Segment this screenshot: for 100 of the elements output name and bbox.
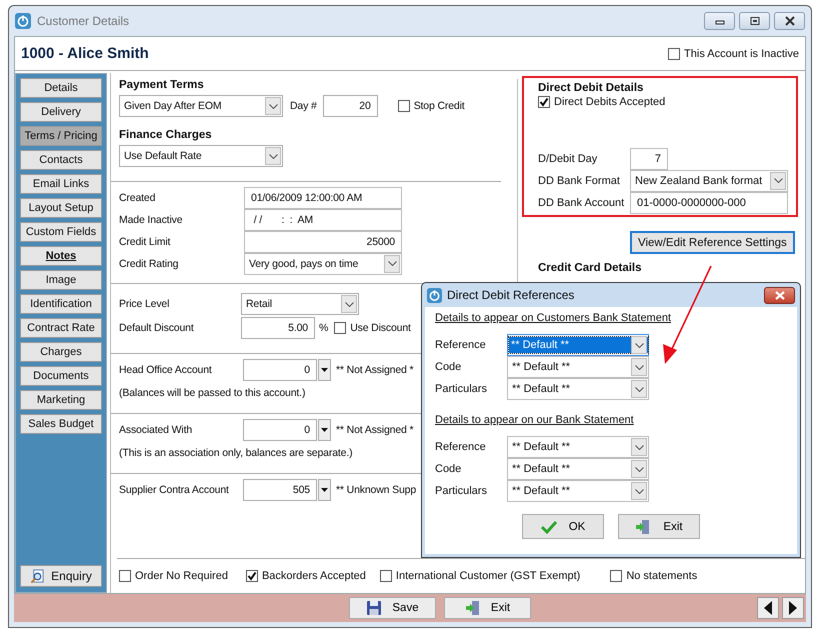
field-label: Code bbox=[435, 463, 462, 475]
sidebar-tab[interactable]: Image bbox=[20, 270, 102, 290]
field-label: Credit Limit bbox=[119, 236, 172, 248]
input-field[interactable]: 0 bbox=[243, 419, 317, 441]
field-label: DD Bank Format bbox=[538, 175, 621, 187]
field-label: Supplier Contra Account bbox=[119, 484, 230, 496]
dropdown[interactable]: ** Default ** bbox=[507, 378, 649, 400]
chevron-icon bbox=[770, 172, 786, 190]
reference-settings-button[interactable]: View/Edit Reference Settings bbox=[630, 231, 795, 254]
dropdown[interactable]: ** Default ** bbox=[507, 334, 649, 356]
sidebar-tab[interactable]: Custom Fields bbox=[20, 222, 102, 242]
section-heading: Details to appear on our Bank Statement bbox=[435, 414, 635, 428]
checkbox[interactable] bbox=[334, 322, 346, 334]
chevron-icon bbox=[341, 295, 357, 313]
next-button[interactable] bbox=[782, 597, 804, 619]
checkbox-label: Backorders Accepted bbox=[262, 570, 366, 582]
chevron-icon bbox=[631, 380, 647, 398]
checkbox[interactable] bbox=[380, 570, 392, 582]
exit-door-icon bbox=[635, 518, 652, 534]
sidebar-tab[interactable]: Details bbox=[20, 78, 102, 98]
dropdown[interactable]: ** Default ** bbox=[507, 480, 649, 502]
checkbox[interactable] bbox=[398, 100, 410, 112]
input-field[interactable]: 0 bbox=[243, 359, 317, 381]
dropdown[interactable]: Retail bbox=[241, 293, 359, 315]
field-label: Code bbox=[435, 361, 462, 373]
chevron-icon bbox=[384, 254, 400, 272]
ok-button[interactable]: OK bbox=[522, 514, 604, 539]
power-icon bbox=[427, 288, 442, 302]
maximize-button[interactable] bbox=[739, 12, 770, 30]
minimize-button[interactable] bbox=[704, 12, 735, 30]
checkbox-label: Stop Credit bbox=[414, 100, 465, 112]
sidebar-tab[interactable]: Notes bbox=[20, 246, 102, 266]
close-icon bbox=[784, 16, 796, 26]
sidebar-tab[interactable]: Marketing bbox=[20, 390, 102, 410]
checkbox-label: This Account is Inactive bbox=[684, 48, 799, 60]
sidebar-tab[interactable]: Layout Setup bbox=[20, 198, 102, 218]
save-button[interactable]: Save bbox=[349, 597, 436, 619]
input-field[interactable]: 7 bbox=[630, 148, 668, 170]
input-field[interactable]: 01/06/2009 12:00:00 AM bbox=[244, 186, 402, 208]
field-label: D/Debit Day bbox=[538, 153, 598, 165]
field-label: Reference bbox=[435, 441, 487, 453]
dropdown[interactable]: ** Default ** bbox=[507, 356, 649, 378]
checkbox-label: Use Discount bbox=[350, 322, 411, 334]
field-label: Made Inactive bbox=[119, 214, 184, 226]
checkbox-label: International Customer (GST Exempt) bbox=[396, 570, 580, 582]
exit-button[interactable]: Exit bbox=[618, 514, 700, 539]
sidebar-tab[interactable]: Documents bbox=[20, 366, 102, 386]
section-heading: Payment Terms bbox=[119, 78, 205, 93]
field-label: Particulars bbox=[435, 485, 488, 497]
sidebar-tab[interactable]: Identification bbox=[20, 294, 102, 314]
enquiry-button[interactable]: Enquiry bbox=[20, 565, 102, 587]
checkmark-icon bbox=[540, 520, 557, 534]
input-field[interactable]: 25000 bbox=[244, 230, 402, 252]
input-field[interactable]: 01-0000-0000000-000 bbox=[630, 192, 788, 214]
checkbox[interactable] bbox=[538, 96, 550, 108]
triangle-left-icon bbox=[764, 601, 772, 615]
sidebar-tab[interactable]: Sales Budget bbox=[20, 414, 102, 434]
checkbox-label: Direct Debits Accepted bbox=[554, 96, 666, 108]
dropdown[interactable]: New Zealand Bank format bbox=[630, 170, 788, 192]
checkbox[interactable] bbox=[610, 570, 622, 582]
input-field[interactable]: / / : : AM bbox=[244, 208, 402, 230]
sidebar-tab[interactable]: Contract Rate bbox=[20, 318, 102, 338]
field-label: Credit Rating bbox=[119, 258, 180, 270]
dropdown-button[interactable] bbox=[318, 359, 331, 381]
dropdown[interactable]: Use Default Rate bbox=[119, 145, 283, 167]
account-status: ** Not Assigned * bbox=[336, 424, 414, 436]
sidebar-tab[interactable]: Email Links bbox=[20, 174, 102, 194]
note-text: (This is an association only, balances are separate.) bbox=[119, 447, 352, 459]
close-button[interactable] bbox=[764, 286, 795, 304]
account-status: ** Not Assigned * bbox=[336, 364, 414, 376]
dropdown[interactable]: Very good, pays on time bbox=[244, 252, 402, 274]
input-field[interactable]: 20 bbox=[322, 95, 378, 117]
sidebar-tab[interactable]: Delivery bbox=[20, 102, 102, 122]
field-label: Reference bbox=[435, 339, 487, 351]
percent-sign: % bbox=[319, 322, 328, 334]
chevron-icon bbox=[631, 438, 647, 456]
exit-button[interactable]: Exit bbox=[444, 597, 531, 619]
sidebar-tab[interactable]: Contacts bbox=[20, 150, 102, 170]
triangle-right-icon bbox=[789, 601, 797, 615]
checkbox[interactable] bbox=[668, 48, 680, 60]
input-field[interactable]: 5.00 bbox=[241, 317, 315, 339]
triangle-down-icon bbox=[321, 428, 328, 432]
dropdown-button[interactable] bbox=[318, 419, 331, 441]
sidebar-tab[interactable]: Terms / Pricing bbox=[20, 126, 102, 146]
previous-button[interactable] bbox=[757, 597, 779, 619]
sidebar-tab[interactable]: Charges bbox=[20, 342, 102, 362]
close-button[interactable] bbox=[774, 12, 805, 30]
dropdown[interactable]: ** Default ** bbox=[507, 436, 649, 458]
checkbox[interactable] bbox=[119, 570, 131, 582]
triangle-down-icon bbox=[321, 368, 328, 372]
power-icon bbox=[15, 13, 31, 29]
dropdown[interactable]: ** Default ** bbox=[507, 458, 649, 480]
input-field[interactable]: 505 bbox=[243, 479, 317, 501]
field-label: Day # bbox=[290, 100, 317, 112]
field-label: Default Discount bbox=[119, 322, 195, 334]
chevron-icon bbox=[631, 358, 647, 376]
dropdown-button[interactable] bbox=[318, 479, 331, 501]
checkbox[interactable] bbox=[246, 570, 258, 582]
chevron-icon bbox=[265, 147, 281, 165]
dropdown[interactable]: Given Day After EOM bbox=[119, 95, 283, 117]
